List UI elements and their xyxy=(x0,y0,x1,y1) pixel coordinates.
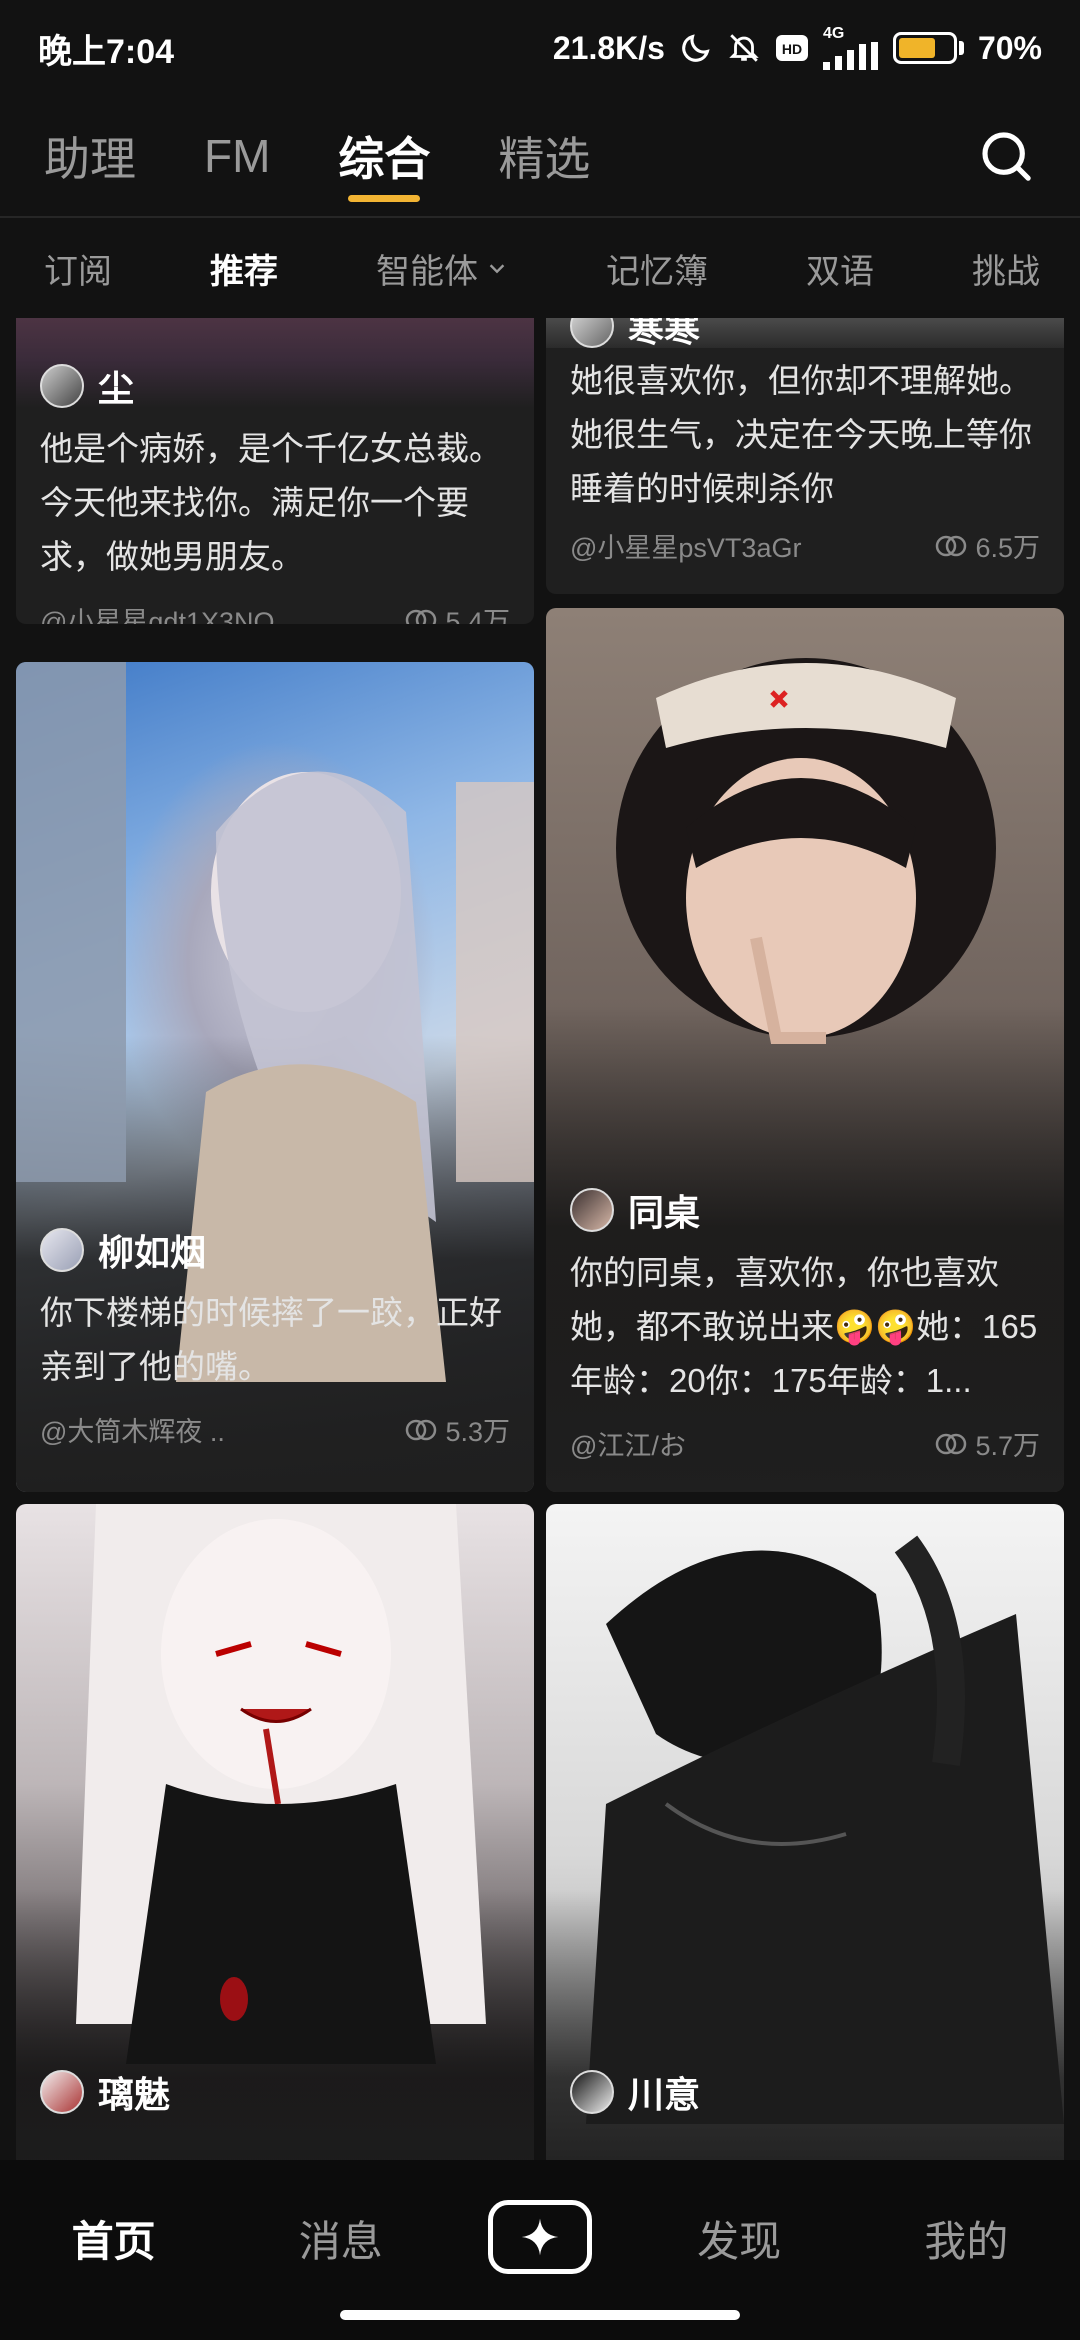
card-name: 璃魅 xyxy=(98,2074,171,2115)
chevron-down-icon xyxy=(489,264,505,274)
hd-icon: HD xyxy=(775,33,809,63)
card-description: 她很喜欢你，但你却不理解她。她很生气，决定在今天晚上等你睡着的时候刺杀你 xyxy=(570,362,1032,507)
subtab-recommend[interactable]: 推荐 xyxy=(210,244,278,293)
card-name: 同桌 xyxy=(628,1192,701,1233)
subtab-agents[interactable]: 智能体 xyxy=(376,244,508,293)
chat-count-icon xyxy=(406,1419,437,1440)
home-indicator[interactable] xyxy=(340,2310,740,2320)
chat-count-icon xyxy=(936,535,967,556)
character-card[interactable]: 同桌 你的同桌，喜欢你，你也喜欢她，都不敢说出来🤪🤪她：165年龄：20你：17… xyxy=(546,608,1064,1492)
status-bar: 晚上7:04 21.8K/s HD 4G 70% xyxy=(0,0,1080,96)
card-creator: @大筒木辉夜 .. xyxy=(40,1417,225,1447)
subtab-agents-label: 智能体 xyxy=(376,252,478,291)
tab-assistant[interactable]: 助理 xyxy=(44,96,136,216)
svg-text:HD: HD xyxy=(782,41,802,57)
chat-count-icon xyxy=(406,609,437,624)
search-icon xyxy=(982,132,1031,181)
card-name: 柳如烟 xyxy=(98,1232,207,1273)
card-count: 6.5万 xyxy=(935,526,1040,565)
avatar xyxy=(40,1228,84,1272)
card-creator: @江江/お xyxy=(570,1431,686,1461)
card-image xyxy=(16,1504,534,2160)
tab-general[interactable]: 综合 xyxy=(338,96,430,216)
sub-tabs: 订阅 推荐 智能体 记忆簿 双语 挑战 xyxy=(0,218,1080,318)
card-description: 你的同桌，喜欢你，你也喜欢她，都不敢说出来🤪🤪她：165年龄：20你：175年龄… xyxy=(570,1254,1038,1399)
character-card[interactable]: 柳如烟 你下楼梯的时候摔了一跤，正好亲到了他的嘴。 @大筒木辉夜 .. 5.3万 xyxy=(16,662,534,1492)
subtab-memory[interactable]: 记忆簿 xyxy=(606,244,708,293)
avatar xyxy=(570,1188,614,1232)
bell-off-icon xyxy=(727,31,761,65)
network-type: 4G xyxy=(822,25,845,42)
tab-featured[interactable]: 精选 xyxy=(498,96,590,216)
status-time: 晚上7:04 xyxy=(38,32,175,71)
subtab-challenge[interactable]: 挑战 xyxy=(972,244,1040,293)
top-tabs: 助理 FM 综合 精选 xyxy=(0,96,1080,216)
search-button[interactable] xyxy=(976,126,1036,186)
card-creator: @小星星psVT3aGr xyxy=(570,533,802,563)
card-count: 5.4万 xyxy=(405,600,510,624)
card-count-value: 6.5万 xyxy=(975,533,1040,563)
moon-icon xyxy=(679,31,713,65)
card-name: 寒寒 xyxy=(628,318,701,349)
avatar xyxy=(40,2070,84,2114)
subtab-bilingual[interactable]: 双语 xyxy=(806,244,874,293)
character-card[interactable]: 寒寒 她很喜欢你，但你却不理解她。她很生气，决定在今天晚上等你睡着的时候刺杀你 … xyxy=(546,318,1064,594)
signal-icon: 4G xyxy=(822,25,879,70)
status-icons: 21.8K/s HD 4G 70% xyxy=(553,26,1042,70)
battery-percent: 70% xyxy=(977,29,1042,66)
character-card[interactable]: 璃魅 xyxy=(16,1504,534,2160)
avatar xyxy=(40,364,84,408)
subtab-subscribe[interactable]: 订阅 xyxy=(44,244,112,293)
chat-count-icon xyxy=(936,1433,967,1454)
character-card[interactable]: 尘 他是个病娇，是个千亿女总裁。今天他来找你。满足你一个要求，做她男朋友。 @小… xyxy=(16,318,534,624)
card-description: 你下楼梯的时候摔了一跤，正好亲到了他的嘴。 xyxy=(40,1294,502,1385)
card-count: 5.7万 xyxy=(935,1424,1040,1463)
tab-fm[interactable]: FM xyxy=(204,96,270,216)
sparkle-icon xyxy=(521,2218,559,2256)
battery-icon xyxy=(892,32,964,64)
nav-me[interactable]: 我的 xyxy=(886,2208,1046,2269)
avatar xyxy=(570,318,614,348)
card-creator: @小星星qdt1X3NQ xyxy=(40,607,275,624)
card-name: 川意 xyxy=(628,2074,701,2115)
character-card[interactable]: 川意 xyxy=(546,1504,1064,2160)
card-count-value: 5.4万 xyxy=(445,607,510,624)
card-name: 尘 xyxy=(98,368,135,409)
create-button[interactable] xyxy=(487,2200,592,2274)
card-count: 5.3万 xyxy=(405,1410,510,1449)
card-description: 他是个病娇，是个千亿女总裁。今天他来找你。满足你一个要求，做她男朋友。 xyxy=(40,430,502,575)
avatar xyxy=(570,2070,614,2114)
net-speed: 21.8K/s xyxy=(552,29,665,66)
nav-messages[interactable]: 消息 xyxy=(261,2208,421,2269)
card-feed[interactable]: 尘 他是个病娇，是个千亿女总裁。今天他来找你。满足你一个要求，做她男朋友。 @小… xyxy=(0,318,1080,2160)
nav-discover[interactable]: 发现 xyxy=(659,2208,819,2269)
nav-home[interactable]: 首页 xyxy=(34,2208,194,2269)
card-count-value: 5.3万 xyxy=(445,1417,510,1447)
card-count-value: 5.7万 xyxy=(975,1431,1040,1461)
card-image xyxy=(546,1504,1064,2160)
